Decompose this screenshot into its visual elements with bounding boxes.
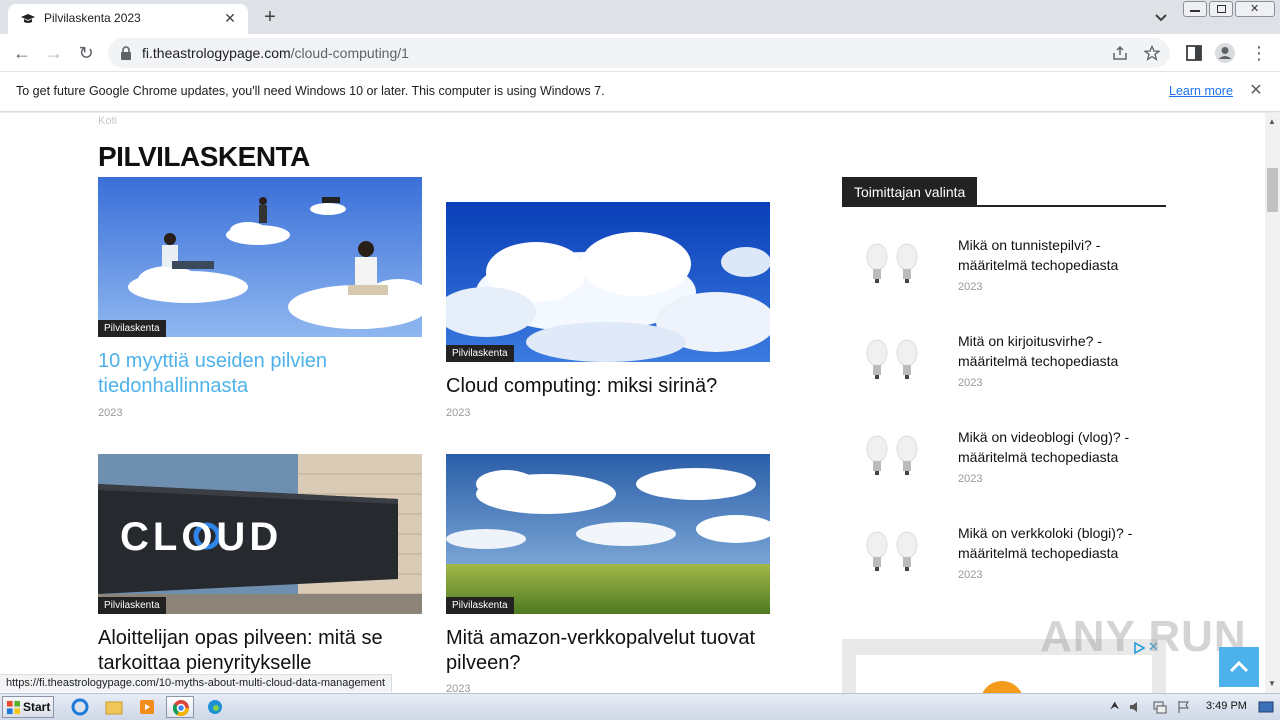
- folder-icon[interactable]: [100, 696, 128, 718]
- star-icon[interactable]: [1144, 45, 1160, 61]
- web-page: Koti PILVILASKENTA Pilvilaskenta 10 myyt…: [0, 113, 1265, 693]
- scroll-up-arrow-icon[interactable]: ▲: [1268, 117, 1276, 126]
- windows-taskbar: Start ⮝ 3:49 PM: [0, 693, 1280, 720]
- forward-arrow-icon[interactable]: →: [42, 42, 66, 64]
- new-tab-button[interactable]: +: [258, 6, 282, 30]
- minimize-button[interactable]: [1183, 1, 1207, 17]
- share-icon[interactable]: [1112, 45, 1128, 61]
- lightbulb-thumbnail[interactable]: [852, 233, 948, 303]
- tray-show-hidden-icon[interactable]: ⮝: [1110, 700, 1119, 713]
- tab-strip: Pilvilaskenta 2023 ✕ + ✕: [0, 0, 1280, 34]
- sidebar-heading-label: Toimittajan valinta: [842, 177, 978, 207]
- media-player-icon[interactable]: [133, 696, 161, 718]
- article-title[interactable]: Mitä amazon-verkkopalvelut tuovat pilvee…: [446, 626, 776, 676]
- flag-icon[interactable]: [1176, 699, 1192, 715]
- menu-kebab-icon[interactable]: ⋮: [1248, 42, 1270, 64]
- update-infobar: To get future Google Chrome updates, you…: [0, 72, 1280, 112]
- sidebar-item-year: 2023: [958, 569, 983, 581]
- lock-icon: [121, 46, 131, 60]
- url-text: fi.theastrologypage.com/cloud-computing/…: [142, 45, 409, 61]
- lightbulb-thumbnail[interactable]: [852, 521, 948, 591]
- category-badge[interactable]: Pilvilaskenta: [98, 597, 166, 614]
- browser-tab[interactable]: Pilvilaskenta 2023 ✕: [8, 4, 248, 34]
- sidebar-item[interactable]: Mikä on videoblogi (vlog)? - määritelmä …: [842, 425, 1166, 505]
- profile-avatar-icon[interactable]: [1214, 42, 1236, 64]
- reload-icon[interactable]: ↻: [74, 42, 98, 64]
- browser-toolbar: ← → ↻ fi.theastrologypage.com/cloud-comp…: [0, 34, 1280, 72]
- category-badge[interactable]: Pilvilaskenta: [98, 320, 166, 337]
- infobar-message: To get future Google Chrome updates, you…: [16, 84, 605, 98]
- start-button[interactable]: Start: [2, 696, 54, 718]
- side-panel-icon[interactable]: [1184, 42, 1206, 64]
- sidebar-item-year: 2023: [958, 281, 983, 293]
- sidebar-item-title[interactable]: Mikä on tunnistepilvi? - määritelmä tech…: [958, 235, 1158, 275]
- article-title[interactable]: 10 myyttiä useiden pilvien tiedonhallinn…: [98, 349, 428, 399]
- status-bar-url: https://fi.theastrologypage.com/10-myths…: [0, 674, 393, 692]
- close-window-button[interactable]: ✕: [1235, 1, 1275, 17]
- ie-icon[interactable]: [66, 696, 94, 718]
- sidebar-item[interactable]: Mikä on verkkoloki (blogi)? - määritelmä…: [842, 521, 1166, 601]
- breadcrumb[interactable]: Koti: [98, 115, 117, 127]
- edge-icon[interactable]: [201, 696, 229, 718]
- chevron-up-icon: [1229, 660, 1249, 673]
- graduation-cap-icon: [21, 14, 35, 23]
- lightbulb-thumbnail[interactable]: [852, 425, 948, 495]
- start-label: Start: [23, 700, 51, 714]
- learn-more-link[interactable]: Learn more: [1169, 84, 1233, 98]
- show-desktop-icon[interactable]: [1258, 699, 1274, 715]
- article-title[interactable]: Cloud computing: miksi sirinä?: [446, 374, 776, 399]
- volume-icon[interactable]: [1128, 699, 1144, 715]
- back-to-top-button[interactable]: [1219, 647, 1259, 687]
- sidebar-item[interactable]: Mitä on kirjoitusvirhe? - määritelmä tec…: [842, 329, 1166, 409]
- clock[interactable]: 3:49 PM: [1206, 700, 1247, 712]
- article-year: 2023: [446, 683, 471, 693]
- url-path: /cloud-computing/1: [290, 45, 409, 61]
- article-image[interactable]: Pilvilaskenta: [446, 202, 770, 362]
- windows-logo-icon: [6, 700, 21, 715]
- page-title: PILVILASKENTA: [98, 141, 310, 172]
- scroll-down-arrow-icon[interactable]: ▼: [1268, 679, 1276, 688]
- article-image[interactable]: Pilvilaskenta: [98, 177, 422, 337]
- sidebar-item-year: 2023: [958, 473, 983, 485]
- tab-title: Pilvilaskenta 2023: [44, 11, 141, 25]
- scrollbar-thumb[interactable]: [1267, 168, 1278, 212]
- close-icon[interactable]: ✕: [1246, 81, 1266, 101]
- sidebar-item-year: 2023: [958, 377, 983, 389]
- chevron-down-icon[interactable]: [1150, 8, 1172, 28]
- category-badge[interactable]: Pilvilaskenta: [446, 345, 514, 362]
- ad-logo: [980, 681, 1024, 693]
- back-arrow-icon[interactable]: ←: [10, 42, 34, 64]
- sidebar-item-title[interactable]: Mikä on verkkoloki (blogi)? - määritelmä…: [958, 523, 1158, 563]
- article-title[interactable]: Aloittelijan opas pilveen: mitä se tarko…: [98, 626, 428, 676]
- sidebar-heading: Toimittajan valinta: [842, 177, 1166, 207]
- cloud-sign-text: CLOUD: [120, 515, 282, 559]
- anyrun-watermark: ANY RUN: [1040, 612, 1247, 661]
- article-year: 2023: [98, 407, 123, 419]
- sidebar-item-title[interactable]: Mikä on videoblogi (vlog)? - määritelmä …: [958, 427, 1158, 467]
- sidebar-item-title[interactable]: Mitä on kirjoitusvirhe? - määritelmä tec…: [958, 331, 1158, 371]
- url-domain: fi.theastrologypage.com: [142, 45, 291, 61]
- article-image[interactable]: Pilvilaskenta: [446, 454, 770, 614]
- chrome-taskbar-icon[interactable]: [166, 696, 194, 718]
- article-image[interactable]: CLOUD Pilvilaskenta: [98, 454, 422, 614]
- article-year: 2023: [446, 407, 471, 419]
- category-badge[interactable]: Pilvilaskenta: [446, 597, 514, 614]
- address-bar[interactable]: fi.theastrologypage.com/cloud-computing/…: [108, 38, 1170, 68]
- tab-close-icon[interactable]: ✕: [220, 8, 240, 28]
- restore-button[interactable]: [1209, 1, 1233, 17]
- sidebar-item[interactable]: Mikä on tunnistepilvi? - määritelmä tech…: [842, 233, 1166, 313]
- network-icon[interactable]: [1152, 699, 1168, 715]
- lightbulb-thumbnail[interactable]: [852, 329, 948, 399]
